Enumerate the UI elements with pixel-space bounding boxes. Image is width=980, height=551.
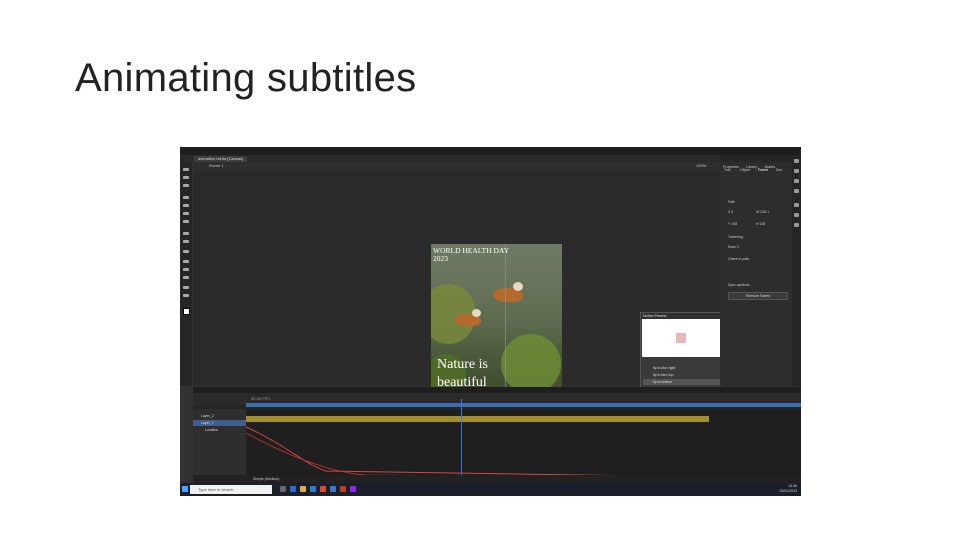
artboard-title[interactable]: WORLD HEALTH DAY 2023 — [433, 247, 509, 263]
app-screenshot: Animate File Edit View Insert Modify Tex… — [180, 147, 801, 496]
tab-frame[interactable]: Frame — [758, 167, 768, 173]
orient-checkbox[interactable]: Orient to path — [728, 257, 749, 261]
preset-item[interactable]: fly-in-blur-right — [643, 365, 727, 371]
outlook-icon[interactable] — [310, 486, 316, 492]
edge-icon[interactable] — [290, 486, 296, 492]
preset-item[interactable]: fly-in-blur-top — [643, 372, 727, 378]
motion-guide — [505, 244, 506, 392]
eyedropper-icon[interactable] — [183, 268, 189, 271]
hand-tool-icon[interactable] — [183, 286, 189, 289]
tab-object[interactable]: Object — [740, 167, 750, 173]
preset-item[interactable]: fly-in-bottom — [643, 379, 727, 385]
panel-tabs: Properties Library Assets — [720, 155, 792, 169]
artboard[interactable]: WORLD HEALTH DAY 2023 Nature is beautifu… — [431, 244, 562, 392]
scene-label[interactable]: Scene 1 — [209, 162, 224, 170]
layer-item[interactable]: Layer_1 — [193, 420, 246, 426]
tab-tool[interactable]: Tool — [724, 167, 730, 173]
motion-tween-span[interactable] — [246, 416, 709, 422]
windows-taskbar: Type here to search 13:40 03/01/2023 — [180, 483, 801, 496]
frames-area[interactable] — [246, 399, 801, 483]
preview-square — [676, 333, 686, 343]
h-field[interactable]: H 118 — [756, 222, 765, 226]
scene-bar: Scene 1 — [193, 162, 720, 170]
transform-tool-icon[interactable] — [183, 184, 189, 187]
sync-checkbox[interactable]: Sync symbols — [728, 283, 750, 287]
ease-field[interactable]: Ease 0 — [728, 245, 739, 249]
property-subtabs: Tool Object Frame Doc — [724, 167, 788, 173]
animate-icon[interactable] — [350, 486, 356, 492]
brush-tool-icon[interactable] — [183, 204, 189, 207]
properties-panel: Properties Library Assets Tool Object Fr… — [720, 155, 792, 386]
layer-list: Layer_2 Layer_1 Location — [193, 409, 246, 483]
task-view-icon[interactable] — [280, 486, 286, 492]
y-field[interactable]: Y 108 — [728, 222, 737, 226]
pencil-tool-icon[interactable] — [183, 232, 189, 235]
info-icon[interactable] — [794, 213, 799, 217]
panel-icon-strip — [792, 155, 801, 386]
x-field[interactable]: X 5 — [728, 210, 733, 214]
preset-preview — [642, 319, 720, 357]
rectangle-tool-icon[interactable] — [183, 220, 189, 223]
timeline-panel: Timeline Output 30.00 FPS Layer_2 Layer_… — [193, 387, 801, 483]
duck-image — [455, 309, 481, 326]
w-field[interactable]: W 228.1 — [756, 210, 769, 214]
tools-panel — [180, 162, 192, 386]
timeline-footer: Simple (Medium) — [193, 475, 801, 483]
playhead[interactable] — [461, 399, 462, 483]
system-clock[interactable]: 13:40 03/01/2023 — [779, 484, 797, 494]
paint-bucket-icon[interactable] — [183, 260, 189, 263]
taskbar-search[interactable]: Type here to search — [190, 485, 272, 494]
tab-doc[interactable]: Doc — [776, 167, 782, 173]
file-explorer-icon[interactable] — [300, 486, 306, 492]
section-path: Path — [728, 200, 736, 204]
powerpoint-icon[interactable] — [340, 486, 346, 492]
line-tool-icon[interactable] — [183, 240, 189, 243]
zoom-tool-icon[interactable] — [183, 294, 189, 297]
word-icon[interactable] — [330, 486, 336, 492]
transform-icon[interactable] — [794, 223, 799, 227]
shape-tool-icon[interactable] — [183, 212, 189, 215]
motion-editor-graph[interactable] — [246, 425, 709, 479]
color-icon[interactable] — [794, 189, 799, 193]
pen-tool-icon[interactable] — [183, 196, 189, 199]
text-tool-icon[interactable] — [183, 250, 189, 253]
ease-preset[interactable]: Simple (Medium) — [253, 475, 279, 483]
library-icon[interactable] — [794, 169, 799, 173]
windows-start-icon[interactable] — [182, 486, 188, 492]
frame-ruler[interactable] — [246, 403, 801, 407]
fps-readout[interactable]: 30.00 FPS — [251, 396, 270, 401]
remove-tween-button[interactable]: Remove Tween — [728, 292, 788, 300]
align-icon[interactable] — [794, 179, 799, 183]
zoom-level[interactable]: 100% — [696, 162, 706, 170]
menu-bar: Animate File Edit View Insert Modify Tex… — [180, 147, 801, 161]
layer-item[interactable]: Location — [193, 427, 246, 433]
subselection-tool-icon[interactable] — [183, 176, 189, 179]
properties-icon[interactable] — [794, 159, 799, 163]
duck-image — [493, 282, 523, 302]
fill-color-icon[interactable] — [183, 308, 190, 315]
section-tweening: Tweening — [728, 235, 743, 239]
swatches-icon[interactable] — [794, 203, 799, 207]
stage[interactable]: WORLD HEALTH DAY 2023 Nature is beautifu… — [193, 170, 727, 406]
eraser-icon[interactable] — [183, 276, 189, 279]
layer-item[interactable]: Layer_2 — [193, 413, 246, 419]
foliage — [501, 334, 561, 392]
document-tabs: animation hd.fla [Canvas] — [180, 155, 720, 162]
chrome-icon[interactable] — [320, 486, 326, 492]
selection-tool-icon[interactable] — [183, 168, 189, 171]
slide-title: Animating subtitles — [75, 56, 417, 100]
